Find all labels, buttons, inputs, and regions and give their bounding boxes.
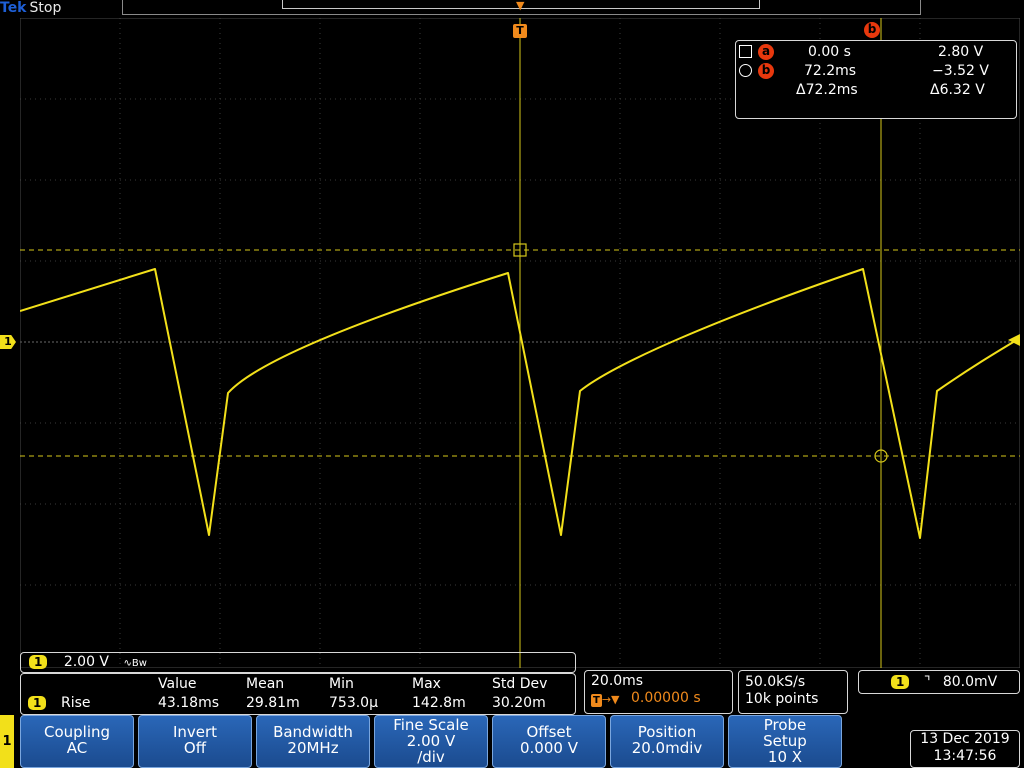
measurement-header-max: Max [412,676,441,692]
invert-value: Off [183,739,207,757]
invert-button[interactable]: Invert Off [138,715,252,768]
channel-1-ground-marker[interactable]: 1 [0,335,16,349]
timebase-readout[interactable]: 20.0ms T →▼ 0.00000 s [584,670,733,714]
cursor-row-delta: Δ72.2ms Δ6.32 V [736,81,1016,99]
position-label: Position [637,723,697,741]
trigger-source-badge: 1 [891,675,910,689]
bandwidth-value: 20MHz [287,739,339,757]
measurement-std-dev: 30.20m [492,695,546,711]
cursor-row-a: a 0.00 s 2.80 V [736,43,1016,61]
trigger-readout[interactable]: 1 ⌝ 80.0mV [858,670,1020,694]
cursor-row-b: b 72.2ms −3.52 V [736,62,1016,80]
coupling-label: Coupling [43,723,111,741]
falling-edge-icon: ⌝ [923,674,931,690]
measurement-name: Rise [61,695,91,711]
measurement-header-mean: Mean [246,676,285,692]
fine-scale-button[interactable]: Fine Scale 2.00 V /div [374,715,488,768]
record-trigger-icon: ▼ [516,0,525,12]
bandwidth-label: Bandwidth [273,723,353,741]
measurement-panel[interactable]: 1 Rise Value Mean Min Max Std Dev 43.18m… [20,673,576,715]
cursor-a-time: 0.00 s [808,44,851,60]
cursor-b-voltage: −3.52 V [932,63,989,79]
date-time-display: 13 Dec 2019 13:47:56 [910,730,1020,768]
coupling-button[interactable]: Coupling AC [20,715,134,768]
channel-1-scale-readout[interactable]: 1 2.00 V ∿Bw [20,652,576,673]
circle-cursor-icon [739,64,752,77]
brand-logo: Tek [0,0,27,16]
offset-button[interactable]: Offset 0.000 V [492,715,606,768]
probe-attenuation: 10 X [767,748,803,766]
probe-setup-label-2: Setup [763,732,807,750]
softkey-channel-indicator: 1 [0,715,14,768]
measurement-max: 142.8m [412,695,466,711]
measurement-min: 753.0µ [329,695,378,711]
bandwidth-limit-icon: ∿Bw [123,658,147,669]
record-length: 10k points [745,691,819,707]
trigger-position-icon[interactable]: T [513,24,527,38]
cursor-readout-panel: a 0.00 s 2.80 V b 72.2ms −3.52 V Δ72.2ms… [735,40,1017,119]
trigger-position-arrow-icon: T →▼ [591,693,620,707]
date: 13 Dec 2019 [920,731,1010,747]
sample-rate: 50.0kS/s [745,674,806,690]
channel-1-badge: 1 [29,655,48,669]
square-cursor-icon [739,45,752,58]
measurement-header-value: Value [158,676,197,692]
fine-scale-value: 2.00 V [406,732,456,750]
cursor-a-voltage: 2.80 V [938,44,984,60]
position-value: 20.0mdiv [631,739,703,757]
cursor-a-badge: a [758,44,774,60]
offset-label: Offset [526,723,572,741]
cursor-b-time: 72.2ms [804,63,857,79]
measurement-mean: 29.81m [246,695,300,711]
position-button[interactable]: Position 20.0mdiv [610,715,724,768]
channel-1-volts-per-div: 2.00 V [63,654,110,670]
fine-scale-unit: /div [417,748,445,766]
bandwidth-button[interactable]: Bandwidth 20MHz [256,715,370,768]
delta-voltage: Δ6.32 V [930,82,985,98]
acquisition-state: Stop [29,0,62,16]
fine-scale-label: Fine Scale [393,716,469,734]
offset-value: 0.000 V [520,739,578,757]
invert-label: Invert [172,723,218,741]
status-brand: Tek Stop [0,0,61,18]
probe-setup-button[interactable]: Probe Setup 10 X [728,715,842,768]
measurement-channel-badge: 1 [28,696,47,710]
measurement-header-std-dev: Std Dev [492,676,548,692]
probe-setup-label: Probe [763,716,807,734]
cursor-b-badge: b [864,22,880,38]
delta-time: Δ72.2ms [796,82,858,98]
trigger-level: 80.0mV [942,674,998,690]
trigger-position-value: 0.00000 s [631,690,701,706]
cursor-b-badge-inline: b [758,63,774,79]
coupling-value: AC [66,739,88,757]
measurement-value: 43.18ms [158,695,220,711]
acquisition-readout[interactable]: 50.0kS/s 10k points [738,670,848,714]
horizontal-scale: 20.0ms [591,673,644,689]
time: 13:47:56 [933,748,997,764]
measurement-header-min: Min [329,676,354,692]
